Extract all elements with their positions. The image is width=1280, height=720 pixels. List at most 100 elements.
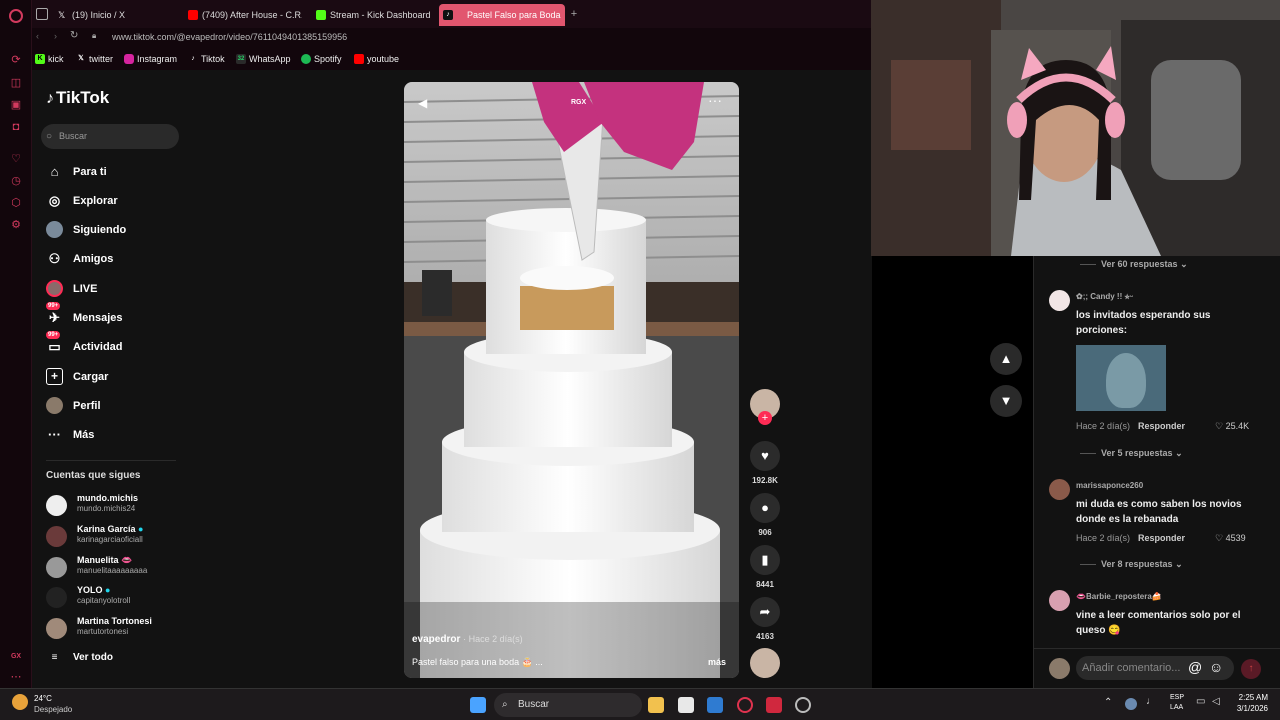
bookmark-instagram[interactable]: Instagram <box>124 53 177 65</box>
search-input[interactable]: ○ Buscar <box>41 124 179 149</box>
reply-button[interactable]: Responder <box>1138 533 1185 543</box>
forward-icon[interactable]: › <box>54 31 57 41</box>
recorder-icon[interactable] <box>766 697 782 713</box>
bookmark-spotify[interactable]: Spotify <box>301 53 342 65</box>
bookmark-twitter[interactable]: 𝕏twitter <box>76 53 113 65</box>
save-button[interactable]: ▮ 8441 <box>750 545 780 589</box>
network-icon[interactable]: ▭ <box>1196 696 1205 707</box>
comment-avatar[interactable] <box>1049 479 1070 500</box>
cube-icon[interactable]: ⬡ <box>9 196 23 210</box>
language-code[interactable]: ESP <box>1170 694 1184 701</box>
file-explorer-icon[interactable] <box>648 697 664 713</box>
weather-temp[interactable]: 24°C <box>34 694 52 703</box>
tray-overflow-icon[interactable]: ⌃ <box>1104 697 1112 708</box>
weather-desc[interactable]: Despejado <box>34 705 72 714</box>
emoji-icon[interactable]: ☺ <box>1209 659 1223 675</box>
like-button[interactable]: ♥ 192.8K <box>750 441 780 485</box>
store-icon[interactable] <box>678 697 694 713</box>
follow-plus-icon[interactable]: + <box>758 411 772 425</box>
nav-live[interactable]: LIVE <box>46 280 97 298</box>
back-icon[interactable]: ‹ <box>36 31 39 41</box>
sync-icon[interactable]: ⟳ <box>9 53 23 67</box>
comment-username[interactable]: marissaponce260 <box>1076 481 1143 490</box>
taskbar-search[interactable]: ⌕ Buscar <box>494 693 642 717</box>
nav-amigos[interactable]: ⚇ Amigos <box>46 250 114 268</box>
windows-start-icon[interactable] <box>470 697 486 713</box>
tiktok-logo[interactable]: ♪ TikTok <box>46 88 109 108</box>
mail-icon[interactable] <box>707 697 723 713</box>
nav-cargar[interactable]: + Cargar <box>46 368 108 386</box>
reply-button[interactable]: Responder <box>1138 421 1185 431</box>
video-author[interactable]: evapedror <box>412 634 460 645</box>
tiktok-icon: ♪ <box>443 10 453 20</box>
messenger-icon[interactable]: ◘ <box>9 120 23 134</box>
tab-tiktok[interactable]: ♪ Pastel Falso para Boda <box>439 4 565 26</box>
clock-time[interactable]: 2:25 AM <box>1232 693 1268 702</box>
tray-app-icon[interactable] <box>1125 698 1137 710</box>
clock-date[interactable]: 3/1/2026 <box>1232 704 1268 713</box>
nav-para-ti[interactable]: ⌂ Para ti <box>46 163 107 181</box>
gx-label[interactable]: GX <box>9 650 23 664</box>
bag-icon[interactable]: ◫ <box>9 76 23 90</box>
send-comment-button[interactable]: ↑ <box>1241 659 1261 679</box>
new-tab-icon[interactable]: + <box>568 8 580 20</box>
arrow-up-icon: ↑ <box>1248 663 1254 674</box>
video-more-link[interactable]: más <box>708 657 726 667</box>
comment-button[interactable]: ● 906 <box>750 493 780 537</box>
tab-youtube[interactable]: (7409) After House - C.R.C <box>184 4 302 26</box>
video-options-icon[interactable]: ··· <box>708 92 722 108</box>
nav-explorar[interactable]: ◎ Explorar <box>46 192 118 210</box>
bookmark-youtube[interactable]: youtube <box>354 53 399 65</box>
creator-avatar-button[interactable]: + <box>750 389 780 425</box>
video-player[interactable]: RGX ◀︎ ··· evapedror · Hace 2 día(s) Pas… <box>404 82 739 678</box>
nav-mensajes[interactable]: ✈ 99+ Mensajes <box>46 302 123 327</box>
nav-actividad[interactable]: ▭ 99+ Actividad <box>46 331 123 356</box>
gamepad-icon[interactable]: ▣ <box>9 98 23 112</box>
url-field[interactable]: www.tiktok.com/@evapedror/video/76110494… <box>112 32 347 42</box>
see-all-button[interactable]: ≡ Ver todo <box>46 649 113 667</box>
volume-icon[interactable]: ◁ <box>1212 696 1220 707</box>
opera-gx-icon[interactable] <box>737 697 753 713</box>
tab-x[interactable]: 𝕏 (19) Inicio / X <box>54 4 174 26</box>
keyboard-layout[interactable]: LAA <box>1170 704 1183 711</box>
weather-icon[interactable] <box>12 694 28 710</box>
reload-icon[interactable]: ↻ <box>70 30 78 41</box>
discord-icon[interactable] <box>795 697 811 713</box>
account-name: YOLO ● <box>77 585 110 595</box>
music-disc-button[interactable] <box>750 648 780 678</box>
history-icon[interactable]: ◷ <box>9 174 23 188</box>
tab-kick[interactable]: Stream - Kick Dashboard <box>312 4 436 26</box>
view-replies-button[interactable]: Ver 8 respuestas ⌄ <box>1080 559 1183 570</box>
avatar <box>46 557 67 578</box>
bookmark-tiktok[interactable]: ♪ Tiktok <box>188 53 224 65</box>
search-icon: ⌕ <box>502 699 508 710</box>
bookmark-whatsapp[interactable]: 32 WhatsApp <box>236 53 291 65</box>
more-dots-icon[interactable]: ⋯ <box>9 670 23 684</box>
comment-username[interactable]: ✿;; Candy !! ⭐︎ᵕ <box>1076 292 1133 302</box>
previous-video-button[interactable]: ▲ <box>990 343 1022 375</box>
nav-perfil[interactable]: Perfil <box>46 397 101 415</box>
nav-siguiendo[interactable]: Siguiendo <box>46 221 126 239</box>
tab-label: (7409) After House - C.R.C <box>202 10 302 20</box>
comment-avatar[interactable] <box>1049 590 1070 611</box>
opera-logo-icon[interactable] <box>9 9 23 23</box>
nav-mas[interactable]: ··· Más <box>46 426 94 444</box>
comment-like-button[interactable]: ♡ 25.4K <box>1215 421 1249 432</box>
heart-icon[interactable]: ♡ <box>9 152 23 166</box>
comment-gif-image[interactable] <box>1076 345 1166 411</box>
youtube-icon <box>188 10 198 20</box>
view-replies-button[interactable]: Ver 60 respuestas ⌄ <box>1080 259 1188 270</box>
mention-icon[interactable]: @ <box>1188 659 1202 675</box>
comment-username[interactable]: 👄Barbie_repostera🍰 <box>1076 592 1162 601</box>
tab-menu-icon[interactable] <box>36 8 48 20</box>
comment-avatar[interactable] <box>1049 290 1070 311</box>
comment-like-button[interactable]: ♡ 4539 <box>1215 533 1246 544</box>
share-button[interactable]: ➦ 4163 <box>750 597 780 641</box>
mute-icon[interactable]: ◀︎ <box>418 96 427 110</box>
view-replies-button[interactable]: Ver 5 respuestas ⌄ <box>1080 448 1183 459</box>
microphone-icon[interactable]: ♩ <box>1146 696 1156 707</box>
bookmark-kick[interactable]: Kkick <box>35 53 64 65</box>
verified-icon: ● <box>105 585 111 595</box>
next-video-button[interactable]: ▼ <box>990 385 1022 417</box>
settings-icon[interactable]: ⚙ <box>9 218 23 232</box>
